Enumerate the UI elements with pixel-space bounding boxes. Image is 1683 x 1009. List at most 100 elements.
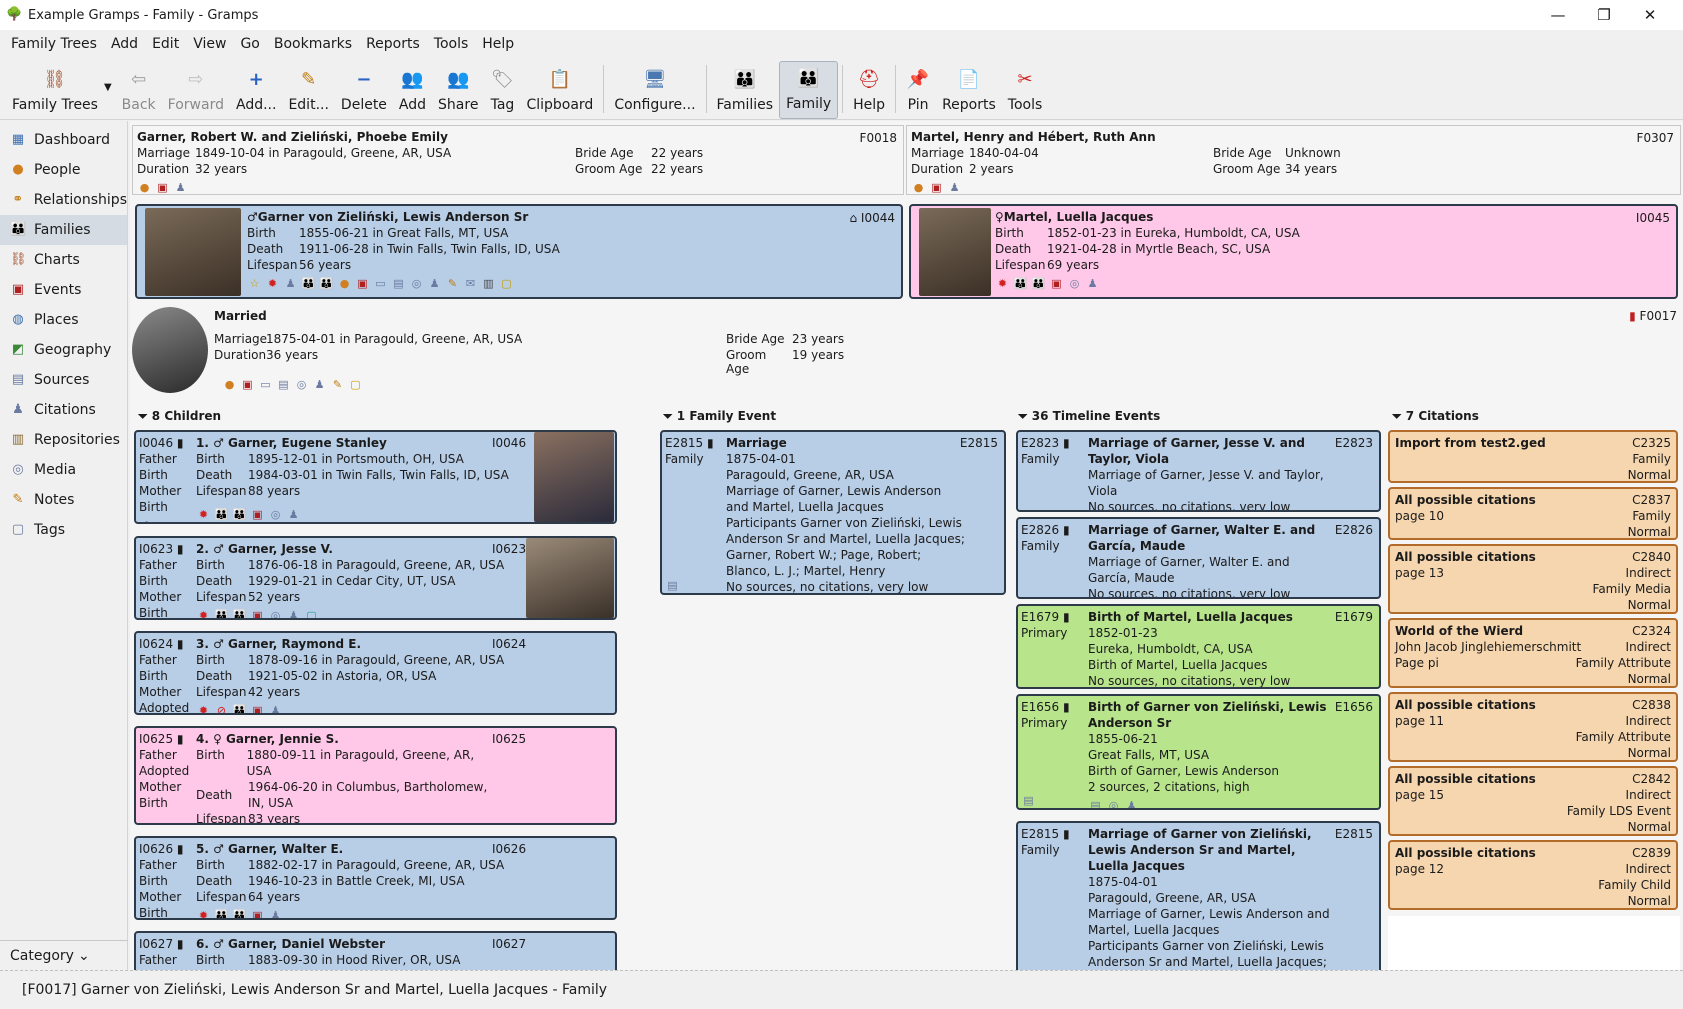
- lock-icon: ▮: [706, 436, 714, 450]
- title-bar: 🌳 Example Gramps - Family - Gramps — ❐ ✕: [0, 0, 1683, 30]
- menu-go[interactable]: Go: [233, 36, 266, 52]
- children-section-header[interactable]: ⏷ 8 Children: [138, 409, 221, 424]
- forward-button[interactable]: ⇨ Forward: [162, 61, 230, 119]
- mother-parents-family-card[interactable]: Martel, Henry and Hébert, Ruth Ann F0307…: [906, 125, 1681, 195]
- sidebar-item-repositories[interactable]: ▥ Repositories: [0, 425, 127, 455]
- family-trees-button[interactable]: ⛓ Family Trees: [0, 61, 104, 119]
- sidebar-item-notes[interactable]: ✎ Notes: [0, 485, 127, 515]
- child-card[interactable]: I0046 ▮FatherBirthMotherBirth♟ 1. ♂ Garn…: [134, 430, 617, 524]
- child-card[interactable]: I0624 ▮ Father Birth Mother Adopted 3. ♂ Gar…: [134, 631, 617, 715]
- timeline-event-card[interactable]: E2815 ▮ Family Marriage of Garner von Zie…: [1016, 821, 1381, 970]
- timeline-event-card[interactable]: E2823 ▮ Family Marriage of Garner, Jesse …: [1016, 430, 1381, 512]
- edit-button[interactable]: ✎ Edit...: [282, 61, 334, 119]
- sidebar-item-geography[interactable]: ◩ Geography: [0, 335, 127, 365]
- clipboard-button[interactable]: 📋 Clipboard: [520, 61, 599, 119]
- family-icon: 👪: [232, 508, 247, 521]
- help-button[interactable]: ⛑ Help: [847, 61, 891, 119]
- child-card[interactable]: I0627 ▮ Father 6. ♂ Garner, Daniel Webste…: [134, 931, 617, 970]
- timeline-section-header[interactable]: ⏷ 36 Timeline Events: [1018, 409, 1160, 424]
- calendar-icon: ▣: [252, 909, 263, 920]
- edit-pencil-icon: ✎: [301, 68, 317, 90]
- tags-icon: ▢: [11, 522, 25, 537]
- menu-help[interactable]: Help: [475, 36, 521, 52]
- configure-icon: 🖥: [643, 68, 667, 90]
- sidebar-item-relationships[interactable]: ⚭ Relationships: [0, 185, 127, 215]
- configure-button[interactable]: 🖥 Configure...: [608, 61, 701, 119]
- share-button[interactable]: 👥 Share: [432, 61, 484, 119]
- sidebar-item-charts[interactable]: ⛓ Charts: [0, 245, 127, 275]
- menu-tools[interactable]: Tools: [427, 36, 476, 52]
- add-button[interactable]: 👥 Add: [393, 61, 432, 119]
- lock-icon: ▮: [1062, 523, 1070, 537]
- timeline-event-card[interactable]: E1656 ▮ Primary Birth of Garner von Zieli…: [1016, 694, 1381, 810]
- reports-button[interactable]: 📄 Reports: [936, 61, 1002, 119]
- calendar-icon: ▣: [252, 704, 263, 715]
- add-family-icon: 👥: [401, 68, 424, 90]
- tools-button[interactable]: ✂ Tools: [1002, 61, 1049, 119]
- child-card[interactable]: I0625 ▮ Father Adopted Mother Birth 4. ♀ Gar…: [134, 726, 617, 825]
- family-icon: 👪: [232, 704, 247, 715]
- family-view-button[interactable]: 👪 Family: [779, 61, 839, 119]
- events-calendar-icon: ▣: [11, 282, 25, 297]
- chevron-down-icon: ⌄: [77, 947, 90, 964]
- person-link-icon: ♟: [285, 277, 296, 290]
- sidebar-item-sources[interactable]: ▤ Sources: [0, 365, 127, 395]
- family-trees-icon: ⛓: [43, 68, 67, 90]
- email-icon: ✉: [465, 277, 476, 290]
- back-button[interactable]: ⇦ Back: [116, 61, 162, 119]
- citation-card[interactable]: All possible citations page 15 C2842 Indir…: [1388, 766, 1678, 836]
- citation-card[interactable]: World of the Wierd John Jacob Jinglehieme…: [1388, 618, 1678, 688]
- family-event-card[interactable]: E2815 ▮ Family Marriage 1875-04-01 Paragoul…: [660, 430, 1006, 595]
- citation-icon: ♟: [288, 508, 299, 521]
- families-icon: 👪: [733, 68, 757, 90]
- add-dots-button[interactable]: + Add...: [230, 61, 282, 119]
- geography-map-icon: ◩: [11, 342, 25, 357]
- sidebar-item-families[interactable]: 👪 Families: [0, 215, 127, 245]
- mother-card[interactable]: ♀Martel, Luella Jacques Birth 1852-01-23 …: [909, 204, 1678, 299]
- citation-card[interactable]: All possible citations page 13 C2840 Indir…: [1388, 544, 1678, 614]
- charts-icon: ⛓: [10, 252, 27, 267]
- citation-icon: ♟: [1126, 799, 1137, 810]
- citation-icon: ♟: [949, 181, 960, 194]
- child-card[interactable]: I0623 ▮ Father Birth Mother Birth 2. ♂ Garne…: [134, 536, 617, 620]
- menu-view[interactable]: View: [186, 36, 233, 52]
- sidebar-item-media[interactable]: ◎ Media: [0, 455, 127, 485]
- category-selector[interactable]: Category ⌄: [0, 940, 128, 970]
- menu-family-trees[interactable]: Family Trees: [4, 36, 104, 52]
- maximize-button[interactable]: ❐: [1581, 0, 1627, 30]
- menu-reports[interactable]: Reports: [359, 36, 427, 52]
- menu-edit[interactable]: Edit: [145, 36, 186, 52]
- sidebar-item-places[interactable]: ◍ Places: [0, 305, 127, 335]
- citation-card[interactable]: Import from test2.ged C2325 Family Normal: [1388, 430, 1678, 483]
- timeline-event-card[interactable]: E2826 ▮ Family Marriage of Garner, Walter…: [1016, 517, 1381, 599]
- pin-button[interactable]: 📌 Pin: [900, 61, 936, 119]
- help-lifebuoy-icon: ⛑: [857, 68, 881, 90]
- close-button[interactable]: ✕: [1627, 0, 1673, 30]
- father-photo: [145, 208, 241, 296]
- father-parents-family-card[interactable]: Garner, Robert W. and Zieliński, Phoebe …: [132, 125, 904, 195]
- child-card[interactable]: I0626 ▮ Father Birth Mother Birth 5. ♂ Garne…: [134, 836, 617, 920]
- dashboard-icon: ▦: [11, 132, 25, 147]
- family-events-section-header[interactable]: ⏷ 1 Family Event: [663, 409, 776, 424]
- sidebar-item-events[interactable]: ▣ Events: [0, 275, 127, 305]
- father-card[interactable]: ♂Garner von Zieliński, Lewis Anderson Sr…: [135, 204, 903, 299]
- sidebar-item-citations[interactable]: ♟ Citations: [0, 395, 127, 425]
- event-burst-icon: ✹: [198, 704, 209, 715]
- citation-icon: ♟: [429, 277, 440, 290]
- sidebar-item-people[interactable]: ● People: [0, 155, 127, 185]
- citation-card[interactable]: All possible citations page 10 C2837 Famil…: [1388, 487, 1678, 540]
- sidebar-item-dashboard[interactable]: ▦ Dashboard: [0, 125, 127, 155]
- citation-card[interactable]: All possible citations page 12 C2839 Indir…: [1388, 840, 1678, 910]
- families-view-button[interactable]: 👪 Families: [711, 61, 780, 119]
- menu-bookmarks[interactable]: Bookmarks: [267, 36, 359, 52]
- family-trees-dropdown-icon[interactable]: ▼: [104, 61, 116, 119]
- citations-section-header[interactable]: ⏷ 7 Citations: [1392, 409, 1479, 424]
- delete-button[interactable]: − Delete: [335, 61, 393, 119]
- timeline-event-card[interactable]: E1679 ▮ Primary Birth of Martel, Luella J…: [1016, 604, 1381, 689]
- minimize-button[interactable]: —: [1535, 0, 1581, 30]
- id-card-icon: ▤: [667, 579, 678, 592]
- menu-add[interactable]: Add: [104, 36, 145, 52]
- tag-button[interactable]: 🏷 Tag: [484, 61, 520, 119]
- sidebar-item-tags[interactable]: ▢ Tags: [0, 515, 127, 545]
- citation-card[interactable]: All possible citations page 11 C2838 Indir…: [1388, 692, 1678, 762]
